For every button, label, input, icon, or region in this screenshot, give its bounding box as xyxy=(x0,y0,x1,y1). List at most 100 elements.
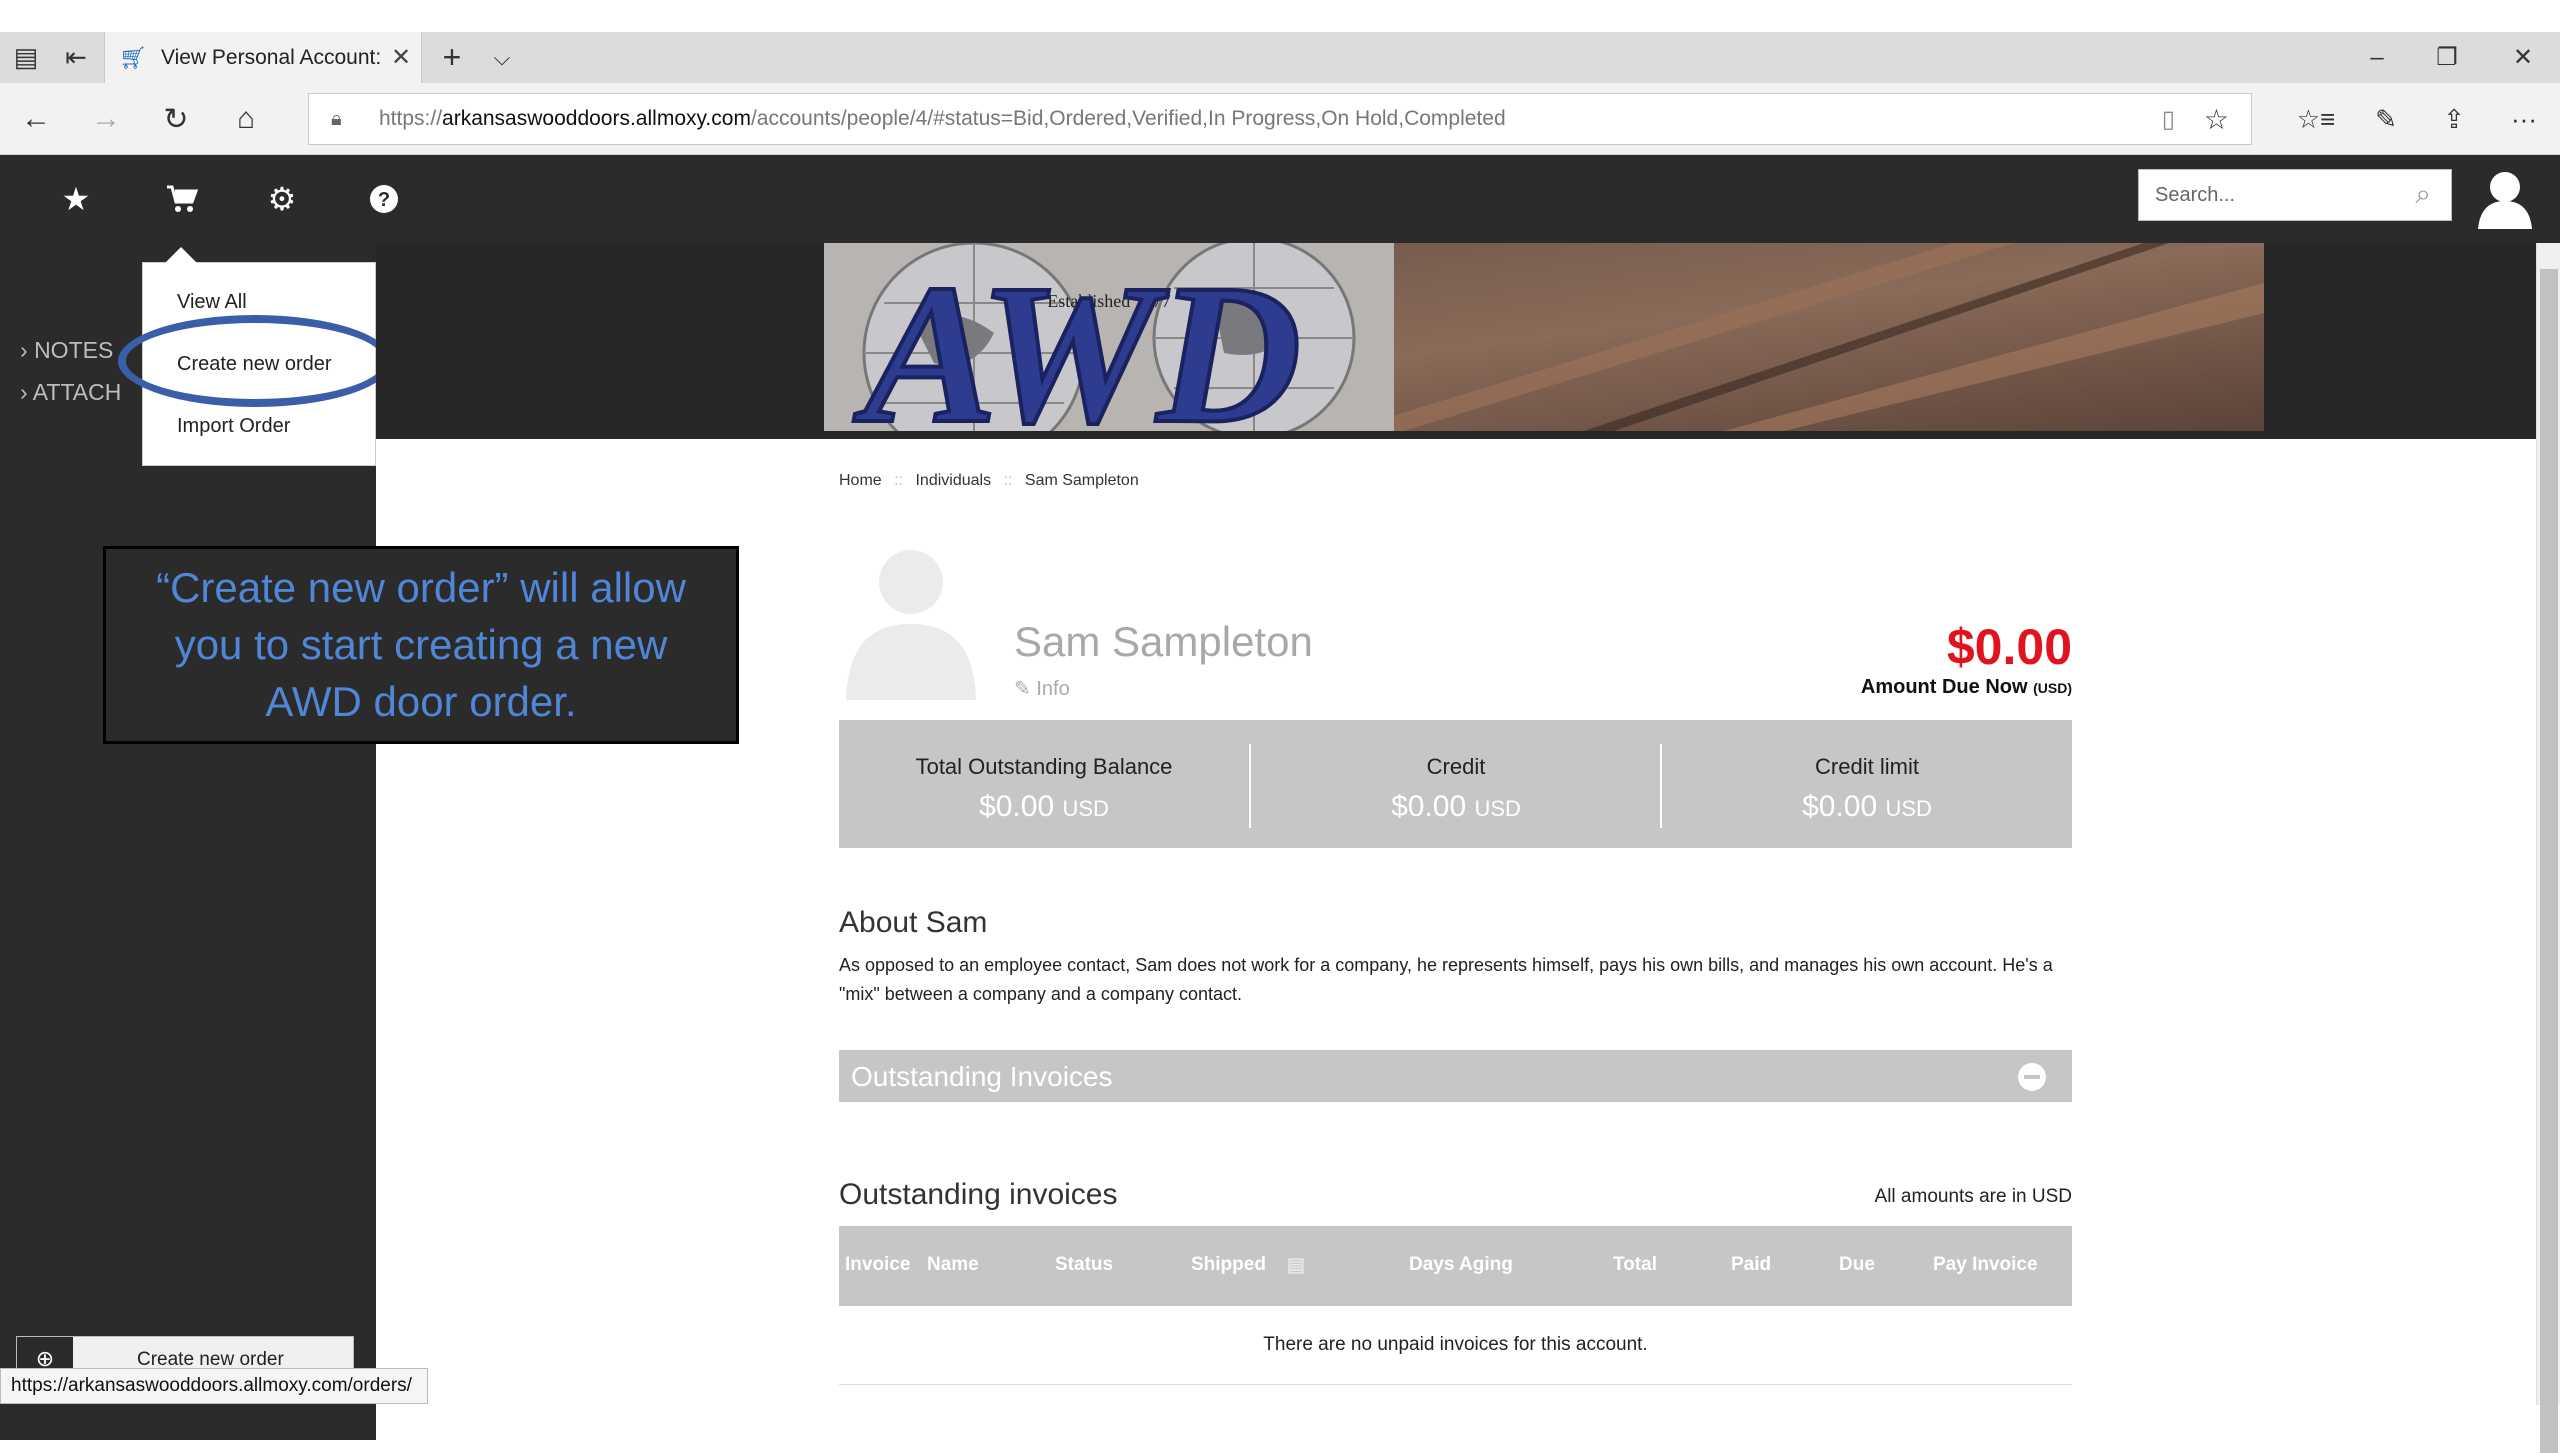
user-avatar-icon[interactable] xyxy=(2472,165,2538,231)
balance-title: Credit limit xyxy=(1815,754,1919,779)
breadcrumb-home[interactable]: Home xyxy=(839,472,882,489)
cart-favicon-icon: 🛒︎ xyxy=(119,44,147,70)
balance-summary: Total Outstanding Balance $0.00 USD Cred… xyxy=(839,720,2072,848)
currency-note: All amounts are in USD xyxy=(1874,1186,2072,1207)
help-icon[interactable]: ? xyxy=(354,155,414,243)
collapse-minus-icon[interactable] xyxy=(2018,1063,2046,1091)
home-button[interactable]: ⌂ xyxy=(216,83,276,155)
breadcrumb-separator: :: xyxy=(1003,472,1013,489)
cart-icon[interactable] xyxy=(152,155,212,243)
awd-logo-banner: Established 1977 AWD xyxy=(824,236,2264,467)
amount-due-value: $0.00 xyxy=(1946,619,2072,675)
tab-title: View Personal Account: xyxy=(160,45,381,69)
panel-title: Outstanding Invoices xyxy=(851,1061,1113,1092)
empty-table-message: There are no unpaid invoices for this ac… xyxy=(1263,1334,1648,1355)
scrollbar-thumb[interactable] xyxy=(2540,269,2558,1453)
about-text: As opposed to an employee contact, Sam d… xyxy=(839,955,2053,1004)
search-input[interactable]: Search... ⌕ xyxy=(2138,169,2452,221)
about-heading: About Sam xyxy=(839,906,988,939)
gear-icon[interactable]: ⚙ xyxy=(252,155,312,243)
tab-list-chevron-icon[interactable]: ⌵ xyxy=(482,32,522,83)
restore-button[interactable]: ❐ xyxy=(2412,32,2482,83)
credit-limit: Credit limit $0.00 USD xyxy=(1662,720,2072,848)
sidebar-item-label: NOTES xyxy=(34,337,114,363)
column-header-shipped[interactable]: Shipped xyxy=(1191,1254,1266,1276)
sidebar-item-attachments[interactable]: › ATTACH xyxy=(20,379,121,406)
favorites-hub-icon[interactable]: ☆≡ xyxy=(2286,83,2346,155)
lock-icon: 🔒︎ xyxy=(331,107,342,130)
profile-photo-placeholder xyxy=(836,540,986,700)
column-header-paid[interactable]: Paid xyxy=(1731,1254,1771,1276)
more-menu-icon[interactable]: ··· xyxy=(2494,83,2554,155)
refresh-button[interactable]: ↻ xyxy=(146,83,206,155)
info-label: Info xyxy=(1036,678,1070,700)
sidebar-item-label: ATTACH xyxy=(32,379,122,405)
share-icon[interactable]: ⇪ xyxy=(2424,83,2484,155)
column-header-pay-invoice[interactable]: Pay Invoice xyxy=(1933,1254,2038,1276)
amount-due-unit: (USD) xyxy=(2033,680,2072,696)
browser-tab-active[interactable]: 🛒︎ View Personal Account: ✕ xyxy=(104,32,422,83)
invoices-heading: Outstanding invoices xyxy=(839,1178,1118,1211)
web-note-pen-icon[interactable]: ✎ xyxy=(2356,83,2416,155)
callout-line: “Create new order” will allow xyxy=(156,564,686,611)
dropdown-pointer xyxy=(165,247,197,263)
menu-item-view-all[interactable]: View All xyxy=(177,291,247,314)
svg-text:?: ? xyxy=(378,189,390,211)
forward-button[interactable]: → xyxy=(76,83,136,155)
tab-actions-icon[interactable]: ▤ xyxy=(4,32,48,83)
balance-value: $0.00 USD xyxy=(1391,790,1521,823)
browser-tab-bar: ▤ ⇤ 🛒︎ View Personal Account: ✕ + ⌵ – ❐ … xyxy=(0,32,2560,83)
callout-line: you to start creating a new xyxy=(174,621,668,668)
credit-balance: Credit $0.00 USD xyxy=(1251,720,1661,848)
breadcrumb-current: Sam Sampleton xyxy=(1024,472,1139,489)
amount-due-text: Amount Due Now xyxy=(1860,676,2028,698)
column-header-days-aging[interactable]: Days Aging xyxy=(1409,1254,1513,1276)
pencil-icon: ✎ xyxy=(1014,678,1031,700)
search-icon[interactable]: ⌕ xyxy=(2415,178,2431,211)
balance-title: Credit xyxy=(1426,754,1486,779)
outstanding-invoices-panel-header[interactable]: Outstanding Invoices xyxy=(839,1050,2072,1102)
balance-value: $0.00 USD xyxy=(1802,790,1932,823)
menu-item-import-order[interactable]: Import Order xyxy=(177,415,290,438)
address-bar[interactable]: 🔒︎ https://arkansaswooddoors.allmoxy.com… xyxy=(308,93,2252,145)
table-bottom-rule xyxy=(839,1384,2072,1385)
total-outstanding-balance: Total Outstanding Balance $0.00 USD xyxy=(839,720,1249,848)
app-header: ★ ⚙ ? Search... ⌕ xyxy=(0,155,2560,243)
callout-line: AWD door order. xyxy=(265,678,577,725)
profile-info-link[interactable]: ✎ Info xyxy=(1014,676,1070,701)
search-placeholder: Search... xyxy=(2155,183,2236,206)
url-path: /accounts/people/4/#status=Bid,Ordered,V… xyxy=(750,107,1506,130)
reading-view-icon[interactable]: ▯ xyxy=(2162,105,2175,134)
new-tab-button[interactable]: + xyxy=(432,32,472,83)
url-host: arkansaswooddoors.allmoxy.com xyxy=(442,107,751,130)
minimize-button[interactable]: – xyxy=(2342,32,2412,83)
tab-close-icon[interactable]: ✕ xyxy=(381,43,421,72)
page-scrollbar[interactable] xyxy=(2536,243,2560,1453)
sidebar-item-notes[interactable]: › NOTES xyxy=(20,337,113,364)
awd-logo-text: AWD xyxy=(853,244,1301,431)
breadcrumb: Home :: Individuals :: Sam Sampleton xyxy=(839,472,1139,490)
calendar-icon[interactable]: ▤ xyxy=(1287,1254,1305,1277)
window-close-button[interactable]: ✕ xyxy=(2488,32,2558,83)
amount-due-label: Amount Due Now (USD) xyxy=(1680,676,2072,699)
breadcrumb-individuals[interactable]: Individuals xyxy=(915,472,991,489)
set-aside-tabs-icon[interactable]: ⇤ xyxy=(54,32,98,83)
column-header-invoice[interactable]: Invoice xyxy=(845,1254,910,1276)
highlight-ring xyxy=(118,315,392,407)
column-header-total[interactable]: Total xyxy=(1613,1254,1657,1276)
column-header-status[interactable]: Status xyxy=(1055,1254,1113,1276)
profile-name: Sam Sampleton xyxy=(1014,618,1313,665)
balance-title: Total Outstanding Balance xyxy=(915,754,1173,779)
balance-value: $0.00 USD xyxy=(979,790,1109,823)
url-prefix: https:// xyxy=(379,107,443,130)
status-url-tooltip: https://arkansaswooddoors.allmoxy.com/or… xyxy=(0,1368,428,1404)
invoices-table-header: Invoice Name Status Shipped ▤ Days Aging… xyxy=(839,1226,2072,1306)
back-button[interactable]: ← xyxy=(6,83,66,155)
star-icon[interactable]: ★ xyxy=(46,155,106,243)
annotation-callout: “Create new order” will allow you to sta… xyxy=(103,546,739,744)
breadcrumb-separator: :: xyxy=(894,472,904,489)
column-header-due[interactable]: Due xyxy=(1839,1254,1875,1276)
browser-nav-bar: ← → ↻ ⌂ 🔒︎ https://arkansaswooddoors.all… xyxy=(0,83,2560,155)
favorite-star-icon[interactable]: ☆ xyxy=(2204,103,2229,136)
column-header-name[interactable]: Name xyxy=(927,1254,979,1276)
